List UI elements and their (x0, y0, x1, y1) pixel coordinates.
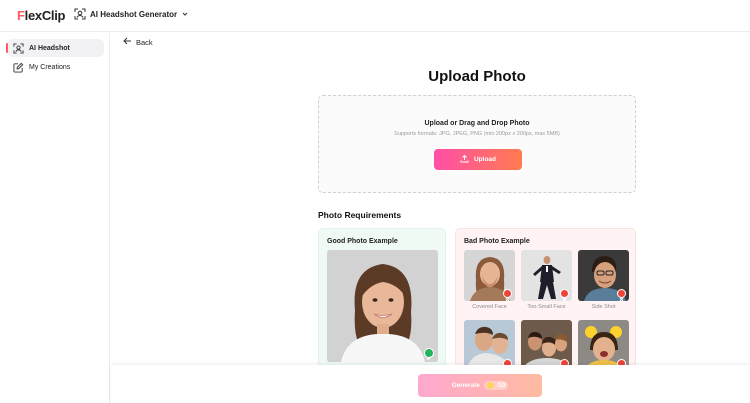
cross-icon (617, 289, 626, 301)
sidebar: AI Headshot My Creations (0, 33, 110, 403)
back-label: Back (136, 37, 153, 47)
credit-cost-badge: -10 (483, 381, 509, 390)
bad-example-photo-covered-face (464, 250, 515, 301)
coin-icon (486, 382, 494, 389)
dropzone-title: Upload or Drag and Drop Photo (424, 120, 530, 127)
good-example-photo (327, 250, 438, 362)
bad-example-label: Covered Face (472, 304, 507, 310)
page-title: Upload Photo (428, 68, 526, 85)
photo-requirements-title: Photo Requirements (318, 210, 402, 220)
dropzone-subtitle: Supports formats: JPG, JPEG, PNG (min 20… (394, 131, 560, 137)
back-button[interactable]: Back (123, 37, 153, 47)
check-icon (424, 348, 434, 361)
good-example-title: Good Photo Example (327, 238, 398, 245)
cross-icon (503, 289, 512, 301)
bad-example-photo-multiple-faces (464, 320, 515, 367)
bad-example-label: Too-Small Face (527, 304, 566, 310)
bad-example-title: Bad Photo Example (464, 238, 530, 245)
bad-example-card: Bad Photo Example Covered Face Too-Small (455, 228, 636, 368)
face-scan-icon (74, 8, 86, 20)
tool-switcher[interactable]: AI Headshot Generator (74, 8, 189, 20)
logo-text: lexClip (24, 8, 66, 23)
top-bar: FlexClip AI Headshot Generator (0, 0, 750, 32)
bad-example-photo-side-shot (578, 250, 629, 301)
chevron-down-icon (181, 10, 189, 18)
arrow-left-icon (123, 37, 132, 47)
bad-example-photo-accessories (578, 320, 629, 367)
bottom-action-bar: Generate -10 (111, 365, 750, 403)
face-scan-icon (13, 42, 24, 54)
upload-button[interactable]: Upload (434, 149, 522, 170)
good-example-card: Good Photo Example (318, 228, 446, 368)
tool-name: AI Headshot Generator (90, 9, 178, 19)
generate-button[interactable]: Generate -10 (418, 374, 542, 397)
sidebar-item-label: My Creations (29, 63, 71, 71)
upload-dropzone[interactable]: Upload or Drag and Drop Photo Supports f… (318, 95, 636, 193)
bad-example-photo-too-small-face (521, 250, 572, 301)
credit-cost-value: -10 (495, 382, 506, 389)
sidebar-item-ai-headshot[interactable]: AI Headshot (6, 39, 104, 57)
upload-icon (460, 154, 469, 165)
flexclip-logo[interactable]: FlexClip (17, 8, 65, 23)
upload-button-label: Upload (473, 156, 497, 163)
generate-button-label: Generate (451, 382, 480, 389)
logo-initial: F (17, 8, 25, 23)
sidebar-item-my-creations[interactable]: My Creations (7, 58, 104, 76)
edit-icon (13, 62, 24, 73)
cross-icon (560, 289, 569, 301)
sidebar-item-label: AI Headshot (29, 44, 70, 52)
bad-example-label: Side Shot (591, 304, 616, 310)
bad-example-photo-group (521, 320, 572, 367)
